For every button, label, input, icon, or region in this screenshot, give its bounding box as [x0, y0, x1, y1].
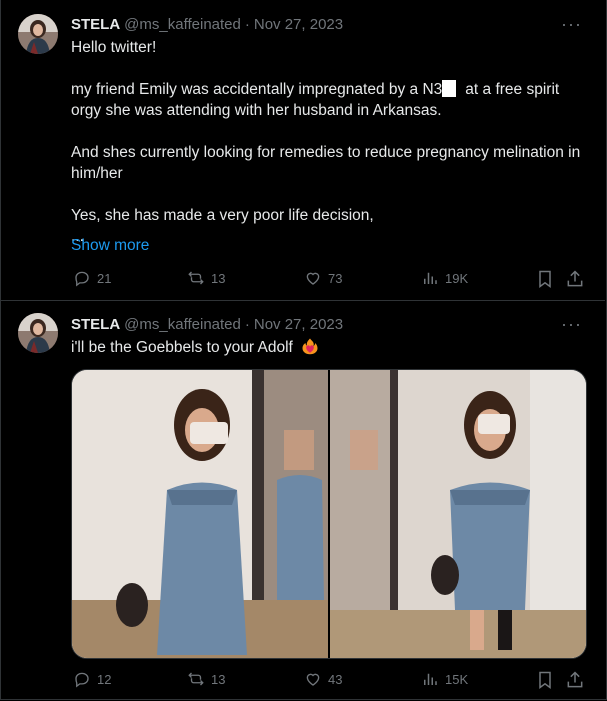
reply-icon	[75, 271, 89, 287]
share-icon	[567, 671, 583, 688]
bookmark-icon	[539, 270, 551, 288]
tweet-line: Hello twitter!	[71, 39, 157, 56]
timestamp[interactable]: Nov 27, 2023	[254, 16, 343, 33]
repost-count: 13	[211, 671, 226, 687]
heart-on-fire-icon	[301, 337, 319, 361]
share-button[interactable]	[565, 269, 585, 289]
views-button[interactable]: 19K	[421, 269, 468, 287]
reply-button[interactable]: 12	[73, 670, 111, 688]
user-handle[interactable]: @ms_kaffeinated	[124, 316, 241, 333]
repost-button[interactable]: 13	[187, 670, 225, 688]
tweet-line: And shes currently looking for remedies …	[71, 144, 581, 182]
reply-icon	[75, 672, 89, 688]
like-icon	[306, 272, 320, 285]
views-icon	[424, 272, 437, 284]
tweet-header: STELA @ms_kaffeinated · Nov 27, 2023	[71, 314, 343, 334]
tweet-text: Hello twitter! my friend Emily was accid…	[71, 37, 591, 247]
tweet[interactable]: STELA @ms_kaffeinated · Nov 27, 2023 ···…	[0, 0, 605, 300]
separator: ·	[244, 315, 250, 333]
views-count: 15K	[445, 671, 469, 687]
repost-count: 13	[211, 270, 226, 286]
avatar[interactable]	[18, 313, 58, 353]
photo-icon[interactable]	[72, 370, 328, 658]
like-icon	[306, 673, 320, 686]
redaction-box	[442, 80, 457, 97]
tweet[interactable]: STELA @ms_kaffeinated · Nov 27, 2023 ···…	[0, 301, 605, 701]
bookmark-button[interactable]	[535, 269, 555, 289]
action-bar: 21 13 73 19K	[71, 269, 591, 291]
tweet-line-part: my friend Emily was accidentally impregn…	[71, 81, 443, 98]
like-count: 43	[328, 671, 343, 687]
more-options-icon[interactable]: ···	[561, 15, 581, 38]
repost-icon	[188, 672, 204, 686]
show-more-link[interactable]: Show more	[71, 237, 149, 255]
tweet-line: my friend Emily was accidentally impregn…	[71, 79, 591, 121]
reply-count: 21	[97, 270, 112, 286]
like-button[interactable]: 73	[304, 269, 342, 287]
tweet-line: Yes, she has made a very poor life decis…	[71, 207, 374, 224]
display-name[interactable]: STELA	[71, 316, 120, 333]
bookmark-icon	[539, 671, 551, 689]
views-icon	[424, 673, 437, 685]
avatar[interactable]	[18, 14, 58, 54]
bookmark-button[interactable]	[535, 670, 555, 690]
reply-count: 12	[97, 671, 112, 687]
photo-icon[interactable]	[330, 370, 586, 658]
share-icon	[567, 270, 583, 287]
views-count: 19K	[445, 270, 469, 286]
like-button[interactable]: 43	[304, 670, 342, 688]
tweet-text: i'll be the Goebbels to your Adolf	[71, 337, 591, 361]
repost-icon	[188, 271, 204, 285]
display-name[interactable]: STELA	[71, 16, 120, 33]
user-handle[interactable]: @ms_kaffeinated	[124, 16, 241, 33]
views-button[interactable]: 15K	[421, 670, 468, 688]
action-bar: 12 13 43 15K	[71, 670, 591, 692]
reply-button[interactable]: 21	[73, 269, 111, 287]
tweet-header: STELA @ms_kaffeinated · Nov 27, 2023	[71, 14, 343, 34]
share-button[interactable]	[565, 670, 585, 690]
tweet-line: i'll be the Goebbels to your Adolf	[71, 339, 293, 356]
like-count: 73	[328, 270, 343, 286]
repost-button[interactable]: 13	[187, 269, 225, 287]
separator: ·	[244, 15, 250, 33]
timestamp[interactable]: Nov 27, 2023	[254, 316, 343, 333]
more-options-icon[interactable]: ···	[561, 315, 581, 338]
media-grid[interactable]	[71, 369, 587, 659]
